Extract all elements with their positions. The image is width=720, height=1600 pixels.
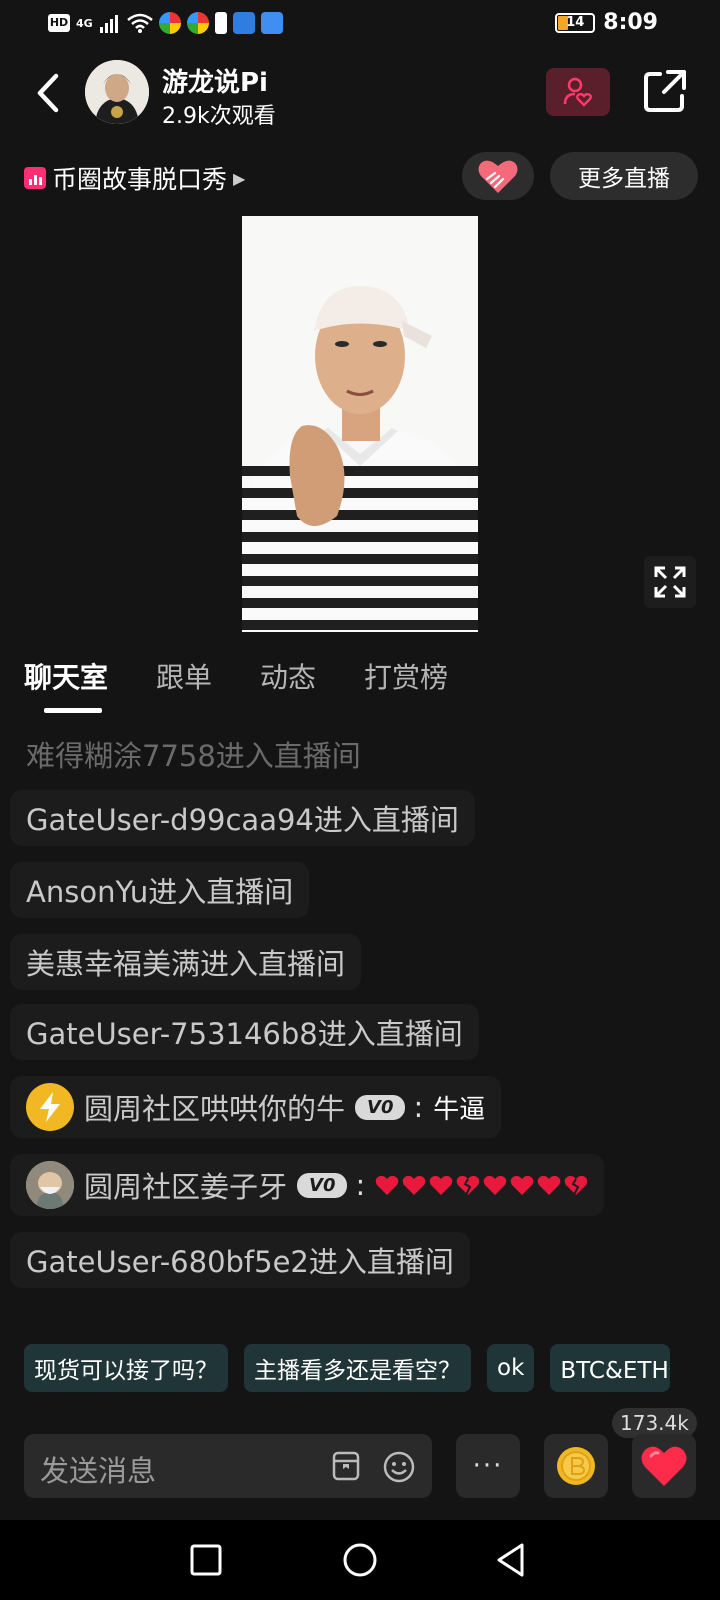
gift-coin-button[interactable] [544, 1434, 608, 1498]
view-count: 2.9k次观看 [162, 104, 276, 129]
app-notification-icon [186, 12, 209, 34]
colon: : [413, 1090, 424, 1124]
play-arrow-icon: ▶ [233, 168, 246, 188]
chat-message: GateUser-680bf5e2进入直播间 [10, 1232, 470, 1288]
heart-icon [478, 160, 518, 193]
chat-message: 圆周社区姜子牙 V0 : [10, 1154, 605, 1216]
quick-reply-chip[interactable]: BTC&ETH价 [550, 1344, 671, 1392]
broken-heart-icon [456, 1175, 480, 1196]
vip-badge: V0 [297, 1172, 348, 1198]
chat-message: AnsonYu进入直播间 [10, 862, 310, 918]
follow-button[interactable] [546, 68, 610, 116]
chat-username[interactable]: 圆周社区姜子牙 [84, 1164, 287, 1206]
like-button[interactable] [632, 1434, 696, 1498]
heart-icon [375, 1175, 399, 1195]
quick-reply-chip[interactable]: 主播看多还是看空？ [244, 1344, 471, 1392]
user-avatar[interactable] [26, 1161, 74, 1209]
emoji-icon[interactable] [382, 1450, 416, 1484]
battery-icon: 14 [555, 12, 596, 33]
heart-icon [402, 1175, 426, 1195]
tab-follow-orders[interactable]: 跟单 [156, 656, 212, 716]
chat-message: GateUser-d99caa94进入直播间 [10, 790, 475, 846]
user-heart-icon [563, 77, 592, 107]
chat-message: 圆周社区哄哄你的牛 V0 : 牛逼 [10, 1076, 502, 1138]
home-icon[interactable] [338, 1538, 382, 1582]
quick-reply-chip[interactable]: ok [487, 1344, 535, 1392]
network-type: 4G [76, 16, 93, 30]
heart-icon [483, 1175, 507, 1195]
recent-apps-icon[interactable] [184, 1538, 228, 1582]
heart-icon [641, 1446, 687, 1486]
more-options-button[interactable]: ··· [456, 1434, 520, 1498]
chat-message: 美惠幸福美满进入直播间 [10, 934, 362, 990]
hd-indicator: HD [48, 14, 70, 32]
status-bar: HD 4G 14 8:09 [0, 0, 720, 48]
message-input[interactable]: 发送消息 [24, 1434, 432, 1498]
streamer-name: 游龙说Pi [162, 68, 268, 98]
heart-icon [429, 1175, 453, 1195]
app-notification-icon [232, 12, 255, 34]
chat-text: 牛逼 [433, 1094, 486, 1125]
system-nav-bar [0, 1520, 720, 1600]
signal-icon [99, 15, 118, 33]
alert-icon [214, 12, 227, 34]
vip-badge: V0 [355, 1094, 406, 1120]
lightning-icon [40, 1092, 60, 1122]
coin-icon [557, 1447, 595, 1485]
more-live-button[interactable]: 更多直播 [550, 152, 698, 200]
chat-list[interactable]: 难得糊涂7758进入直播间 GateUser-d99caa94进入直播间 Ans… [10, 730, 710, 1310]
share-icon[interactable] [640, 66, 690, 116]
category-label: 币圈故事脱口秀 [52, 165, 228, 194]
chat-message: 难得糊涂7758进入直播间 [26, 739, 361, 773]
expand-icon [654, 566, 686, 598]
back-arrow-icon[interactable] [30, 70, 66, 116]
heart-gift-button[interactable] [462, 152, 534, 200]
streamer-avatar[interactable] [85, 60, 149, 124]
active-tab-indicator [44, 708, 102, 713]
quick-reply-chip[interactable]: 现货可以接了吗？ [24, 1344, 228, 1392]
app-notification-icon [260, 12, 283, 34]
back-icon[interactable] [490, 1538, 534, 1582]
colon: : [355, 1168, 366, 1202]
tab-feed[interactable]: 动态 [260, 656, 316, 716]
clock: 8:09 [603, 10, 658, 35]
tab-chatroom[interactable]: 聊天室 [24, 656, 108, 716]
broken-heart-icon [564, 1175, 588, 1196]
tab-bar: 聊天室 跟单 动态 打赏榜 [24, 656, 496, 716]
app-notification-icon [158, 12, 181, 34]
user-avatar[interactable] [26, 1083, 74, 1131]
category-link[interactable]: 币圈故事脱口秀 ▶ [24, 160, 245, 196]
message-placeholder: 发送消息 [40, 1454, 157, 1488]
heart-icon [537, 1175, 561, 1195]
note-icon[interactable] [330, 1450, 362, 1482]
quick-replies: 现货可以接了吗？ 主播看多还是看空？ ok BTC&ETH价 [24, 1344, 671, 1392]
live-video[interactable] [242, 216, 478, 632]
chat-message: GateUser-753146b8进入直播间 [10, 1004, 479, 1060]
heart-icon [510, 1175, 534, 1195]
live-bars-icon [24, 167, 46, 189]
heart-emojis [375, 1174, 588, 1196]
tab-tip-ranking[interactable]: 打赏榜 [364, 656, 448, 716]
chat-username[interactable]: 圆周社区哄哄你的牛 [84, 1086, 345, 1128]
wifi-icon [126, 13, 153, 33]
fullscreen-button[interactable] [644, 556, 696, 608]
